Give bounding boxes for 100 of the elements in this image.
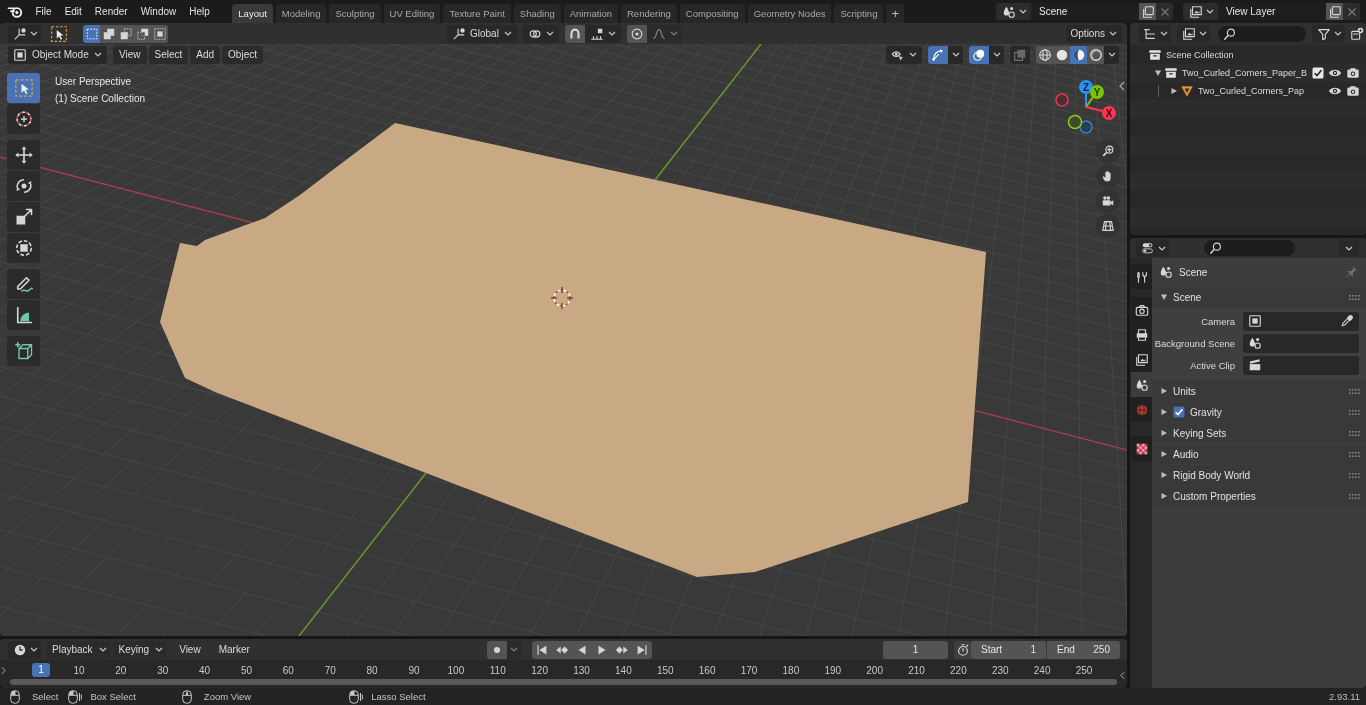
data-block-field[interactable]: [1243, 333, 1359, 353]
panel-header[interactable]: Gravity: [1152, 402, 1366, 422]
chevron-right-icon[interactable]: [1, 666, 6, 675]
dropdown-menu[interactable]: Playback: [46, 640, 111, 659]
editor-type-button[interactable]: [8, 640, 41, 659]
tool-button[interactable]: [7, 300, 40, 330]
workspace-tab[interactable]: Rendering: [621, 4, 677, 23]
new-collection-button[interactable]: [1349, 24, 1364, 43]
remove-view-layer-button[interactable]: [1343, 3, 1360, 20]
drag-handle-icon[interactable]: [1349, 409, 1360, 415]
properties-tab[interactable]: [1131, 297, 1152, 322]
drag-handle-icon[interactable]: [1349, 388, 1360, 394]
tool-button[interactable]: [7, 269, 40, 299]
snap-target-dropdown[interactable]: [585, 24, 621, 43]
shading-mode-button[interactable]: [1036, 45, 1053, 64]
auto-keying-toggle[interactable]: [486, 640, 507, 659]
tree-item-label[interactable]: Two_Curled_Corners_Paper_B: [1182, 68, 1308, 78]
editor-type-button[interactable]: [8, 24, 41, 43]
remove-scene-button[interactable]: [1156, 3, 1173, 20]
mode-dropdown[interactable]: Object Mode: [8, 45, 107, 64]
select-mode-button[interactable]: [151, 24, 168, 43]
workspace-tab[interactable]: Layout: [232, 4, 273, 23]
search-field[interactable]: [1218, 25, 1307, 42]
editor-type-button[interactable]: [1136, 239, 1169, 257]
select-mode-button[interactable]: [134, 24, 151, 43]
camera-icon[interactable]: [1346, 66, 1360, 80]
workspace-tab[interactable]: Geometry Nodes: [747, 4, 832, 23]
tool-button[interactable]: [7, 171, 40, 201]
playback-button[interactable]: [631, 640, 652, 659]
panel-header[interactable]: Keying Sets: [1152, 423, 1366, 443]
workspace-tab[interactable]: Animation: [563, 4, 618, 23]
checkbox[interactable]: [1173, 406, 1185, 418]
menu-item[interactable]: Render: [88, 2, 135, 21]
menu-item[interactable]: File: [29, 2, 59, 21]
overlays-toggle[interactable]: [969, 45, 989, 64]
panel-header[interactable]: Custom Properties: [1152, 486, 1366, 506]
tool-button[interactable]: [7, 140, 40, 170]
menu-item[interactable]: Help: [182, 2, 217, 21]
overlays-dropdown[interactable]: [989, 45, 1004, 64]
tool-button[interactable]: [7, 202, 40, 232]
negative-y-axis-handle[interactable]: [1067, 114, 1083, 130]
view-layer-browse-button[interactable]: [1183, 3, 1218, 20]
data-block-field[interactable]: [1243, 355, 1359, 375]
tool-button[interactable]: [7, 336, 40, 366]
panel-header[interactable]: Scene: [1152, 287, 1366, 307]
shading-mode-button[interactable]: [1053, 45, 1070, 64]
workspace-tab[interactable]: Texture Paint: [443, 4, 511, 23]
tree-item-label[interactable]: Two_Curled_Corners_Pap: [1198, 86, 1305, 96]
new-scene-button[interactable]: [1139, 3, 1156, 20]
pivot-point-dropdown[interactable]: [523, 24, 559, 43]
drag-handle-icon[interactable]: [1349, 430, 1360, 436]
workspace-tab[interactable]: UV Editing: [383, 4, 441, 23]
panel-header[interactable]: Audio: [1152, 444, 1366, 464]
tree-item-label[interactable]: Scene Collection: [1166, 50, 1234, 60]
workspace-tab[interactable]: Compositing: [679, 4, 745, 23]
xray-toggle[interactable]: [1010, 45, 1030, 64]
scene-browse-button[interactable]: [996, 3, 1031, 20]
tool-button[interactable]: [7, 233, 40, 263]
preview-range-toggle[interactable]: [954, 640, 971, 659]
chevron-left-icon[interactable]: [1119, 81, 1125, 91]
drag-handle-icon[interactable]: [1349, 294, 1360, 300]
projection-button[interactable]: [1096, 214, 1120, 238]
panel-header[interactable]: Rigid Body World: [1152, 465, 1366, 485]
menu-item[interactable]: Marker: [212, 640, 256, 659]
x-axis-handle[interactable]: X: [1085, 106, 1116, 120]
editor-type-button[interactable]: [1138, 24, 1171, 43]
current-frame-field[interactable]: 1: [883, 640, 948, 659]
camera-view-button[interactable]: [1096, 189, 1120, 213]
add-workspace-button[interactable]: +: [886, 4, 904, 23]
shading-mode-button[interactable]: [1087, 45, 1104, 64]
pan-button[interactable]: [1096, 164, 1120, 188]
drag-handle-icon[interactable]: [1349, 451, 1360, 457]
scrollbar[interactable]: [10, 679, 1117, 685]
properties-tab[interactable]: [1131, 347, 1152, 372]
logo-icon[interactable]: [7, 4, 24, 19]
disclosure-triangle-icon[interactable]: [1170, 87, 1178, 95]
properties-tab[interactable]: [1131, 436, 1152, 461]
workspace-tab[interactable]: Scripting: [834, 4, 884, 23]
gizmo-toggle[interactable]: [928, 45, 948, 64]
disclosure-triangle-icon[interactable]: [1154, 69, 1162, 77]
panel-header[interactable]: Units: [1152, 381, 1366, 401]
filter-dropdown[interactable]: [1312, 24, 1346, 43]
visibility-dropdown[interactable]: [886, 45, 922, 64]
dropdown-menu[interactable]: Keying: [112, 640, 168, 659]
options-dropdown[interactable]: Options: [1065, 24, 1122, 43]
search-field[interactable]: [1204, 240, 1295, 256]
new-view-layer-button[interactable]: [1326, 3, 1343, 20]
workspace-tab[interactable]: Sculpting: [329, 4, 381, 23]
gizmo-dropdown[interactable]: [948, 45, 963, 64]
negative-z-axis-handle[interactable]: [1079, 120, 1093, 134]
zoom-button[interactable]: [1096, 139, 1120, 163]
select-mode-button[interactable]: [83, 24, 100, 43]
proportional-edit-toggle[interactable]: [627, 24, 647, 43]
drag-handle-icon[interactable]: [1349, 493, 1360, 499]
select-mode-button[interactable]: [100, 24, 117, 43]
checkbox[interactable]: [1312, 67, 1324, 79]
options-dropdown[interactable]: [1339, 239, 1359, 257]
menu-item[interactable]: View: [173, 640, 207, 659]
menu-item[interactable]: View: [113, 45, 147, 64]
shading-dropdown[interactable]: [1104, 45, 1119, 64]
